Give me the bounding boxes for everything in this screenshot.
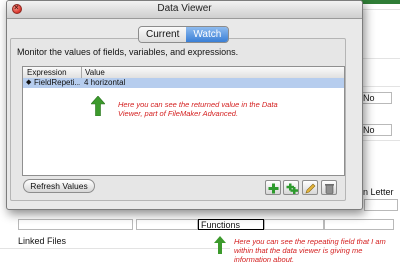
repeating-field-4[interactable] (264, 219, 324, 230)
layout-line (363, 9, 400, 10)
add-multiple-icon (286, 183, 298, 194)
value-cell: 4 horizontal (84, 78, 126, 87)
repeating-field-2[interactable] (136, 219, 198, 230)
expression-cell: FieldRepeti... (34, 78, 80, 87)
viewer-annotation: Here you can see the returned value in t… (118, 100, 278, 118)
column-divider[interactable] (81, 67, 82, 78)
table-row[interactable]: ◆ FieldRepeti... 4 horizontal (23, 78, 344, 88)
duplicate-expression-button[interactable] (283, 180, 299, 195)
repeating-field-3[interactable]: Functions (198, 219, 264, 230)
tab-watch[interactable]: Watch (186, 27, 229, 42)
window-title: Data Viewer (157, 3, 212, 14)
up-arrow-icon (214, 236, 226, 254)
repeating-field-5[interactable] (324, 219, 394, 230)
yes-no-field[interactable]: No (360, 124, 392, 136)
panel-description: Monitor the values of fields, variables,… (17, 47, 239, 57)
letter-field[interactable] (364, 199, 398, 211)
yes-no-field[interactable]: No (360, 92, 392, 104)
add-expression-button[interactable] (265, 180, 281, 195)
column-header-expression[interactable]: Expression (27, 68, 67, 77)
up-arrow-icon (91, 96, 105, 116)
column-header-value[interactable]: Value (85, 68, 105, 77)
letter-label: n Letter (363, 187, 394, 197)
add-icon (268, 183, 279, 194)
title-bar[interactable]: × Data Viewer (7, 1, 362, 19)
linked-files-label: Linked Files (18, 236, 67, 246)
watch-table: Expression Value ◆ FieldRepeti... 4 hori… (22, 66, 345, 176)
layout-line (363, 86, 400, 87)
delete-icon (325, 184, 334, 194)
layout-line (363, 58, 400, 59)
delete-expression-button[interactable] (321, 180, 337, 195)
layout-line (0, 248, 230, 249)
field-annotation: Here you can see the repeating field tha… (234, 237, 386, 264)
layout-line (363, 140, 400, 141)
tab-group: Current Watch (138, 26, 230, 43)
tab-current[interactable]: Current (139, 27, 187, 42)
edit-expression-button[interactable] (302, 180, 318, 195)
refresh-values-button[interactable]: Refresh Values (23, 179, 95, 193)
edit-icon (305, 183, 316, 194)
disclosure-icon[interactable]: ◆ (26, 78, 31, 86)
repeating-field-1[interactable] (18, 219, 133, 230)
